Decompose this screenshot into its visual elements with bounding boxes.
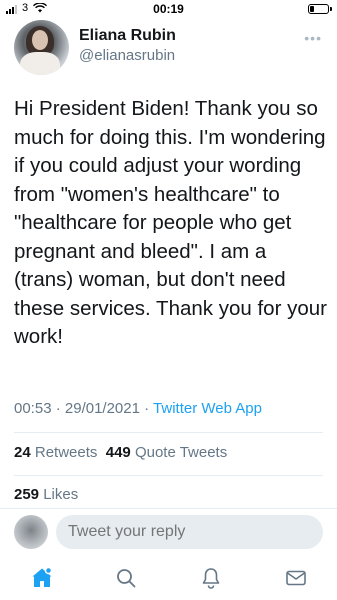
meta-separator: · <box>144 400 150 417</box>
author-avatar[interactable] <box>14 20 69 75</box>
retweets-label: Retweets <box>34 444 98 461</box>
search-icon[interactable] <box>114 566 138 590</box>
tab-bar <box>0 558 337 600</box>
user-avatar[interactable] <box>14 515 48 549</box>
tweet-date: 29/01/2021 <box>64 400 140 417</box>
tweet-meta: 00:53 · 29/01/2021 · Twitter Web App <box>14 400 262 417</box>
author-display-name[interactable]: Eliana Rubin <box>79 27 176 45</box>
divider <box>0 508 337 509</box>
author-handle[interactable]: @elianasrubin <box>79 47 175 64</box>
avatar-face <box>32 30 48 50</box>
quote-tweets-label: Quote Tweets <box>134 444 228 461</box>
tweet-time: 00:53 <box>14 400 52 417</box>
home-icon[interactable] <box>30 566 54 590</box>
engagement-stats: 24 Retweets 449 Quote Tweets <box>14 444 227 461</box>
battery-level <box>310 6 315 12</box>
quote-tweets-stat[interactable]: 449 Quote Tweets <box>106 444 227 461</box>
more-icon[interactable]: ••• <box>304 30 322 46</box>
meta-separator: · <box>55 400 61 417</box>
likes-label: Likes <box>43 486 79 503</box>
messages-icon[interactable] <box>284 566 308 590</box>
tweet-text: Hi President Biden! Thank you so much fo… <box>14 97 327 348</box>
reply-input[interactable] <box>56 515 323 549</box>
tweet-source-link[interactable]: Twitter Web App <box>153 400 262 417</box>
likes-count: 259 <box>14 486 40 503</box>
status-bar: 3 00:19 <box>0 0 337 18</box>
divider <box>14 432 323 433</box>
divider <box>14 475 323 476</box>
notifications-icon[interactable] <box>199 566 223 590</box>
quote-tweets-count: 449 <box>105 444 131 461</box>
retweets-count: 24 <box>14 444 31 461</box>
avatar-body <box>20 52 60 75</box>
battery-icon <box>308 4 332 14</box>
likes-stat[interactable]: 259 Likes <box>14 486 78 503</box>
status-time: 00:19 <box>153 2 184 16</box>
retweets-stat[interactable]: 24 Retweets <box>14 444 97 461</box>
